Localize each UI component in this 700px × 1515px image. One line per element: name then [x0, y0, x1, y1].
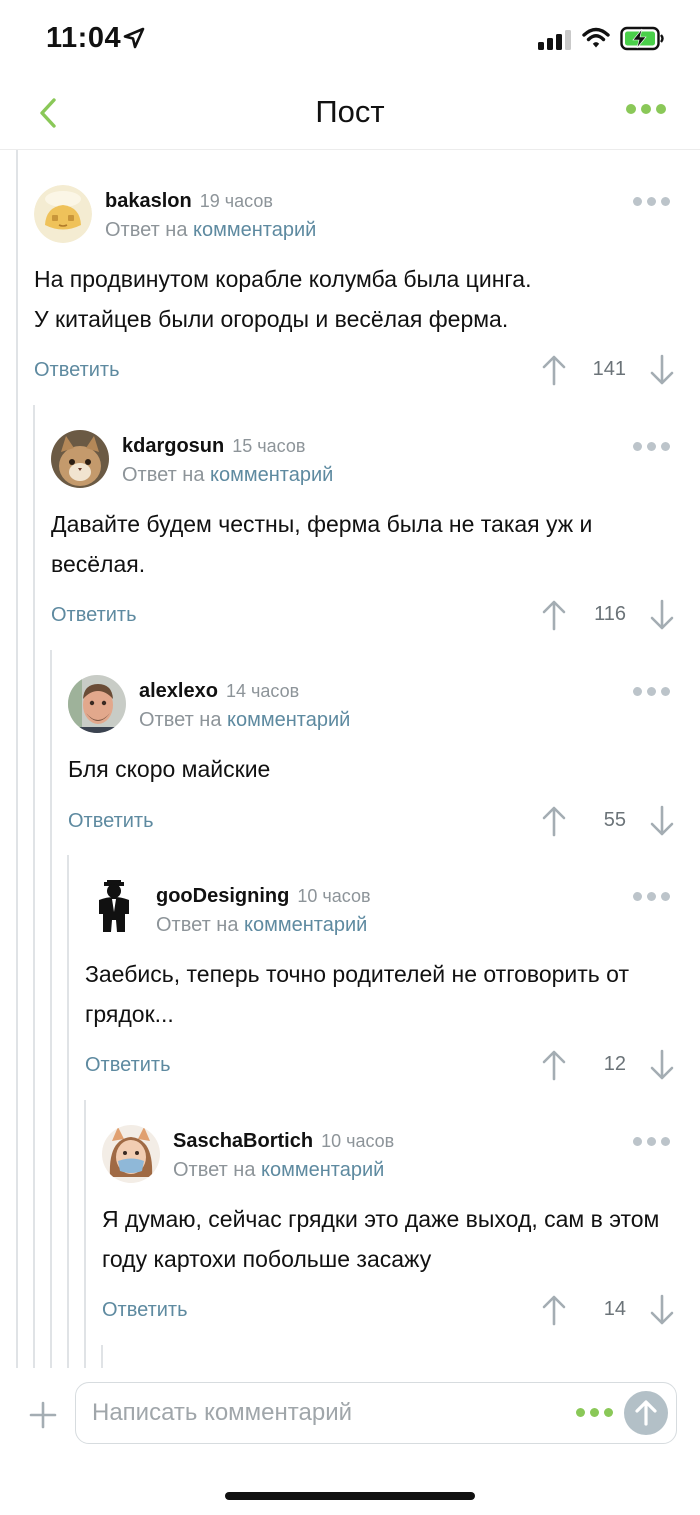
page-title: Пост	[315, 94, 385, 129]
reply-to-link[interactable]: комментарий	[261, 1159, 384, 1181]
more-dots-icon	[633, 1137, 670, 1146]
send-arrow-up-icon	[635, 1400, 657, 1426]
cellular-signal-icon	[538, 30, 571, 50]
comment-text: Я думаю, сейчас грядки это даже выход, с…	[102, 1206, 660, 1272]
comment: bakaslon 19 часов Ответ на комментарий На…	[34, 155, 674, 395]
comment: gooDesigning 10 часов Ответ на комментари…	[85, 850, 674, 1090]
thread-line	[101, 1345, 103, 1368]
comment-rating: 14	[603, 1298, 626, 1320]
reply-button[interactable]: Ответить	[51, 604, 137, 627]
battery-charging-icon	[620, 26, 664, 51]
comment-time: 10 часов	[321, 1131, 395, 1151]
reply-button[interactable]: Ответить	[68, 810, 154, 833]
comment-time: 10 часов	[297, 886, 371, 906]
comment-author[interactable]: kdargosun 15 часов	[122, 435, 305, 458]
comment-footer: Ответить 116	[51, 596, 674, 636]
comment-author[interactable]: bakaslon 19 часов	[105, 190, 273, 213]
thread-line	[50, 650, 52, 1368]
reply-to-link[interactable]: комментарий	[193, 219, 316, 241]
nav-bar: Пост	[0, 80, 700, 150]
arrow-down-icon[interactable]	[650, 1048, 674, 1082]
reply-to: Ответ на комментарий	[173, 1159, 385, 1181]
arrow-up-icon[interactable]	[542, 353, 566, 387]
more-dots-icon[interactable]	[576, 1408, 613, 1417]
comment-text: Бля скоро майские	[68, 756, 271, 782]
status-bar: 11:04	[0, 0, 700, 80]
comment-author[interactable]: SaschaBortich 10 часов	[173, 1130, 394, 1153]
comment-rating: 116	[594, 603, 626, 625]
thread-line	[84, 1100, 86, 1368]
comment-footer: Ответить 141	[34, 351, 674, 391]
comment-footer: Ответить 12	[85, 1046, 674, 1086]
comment-text: Давайте будем честны, ферма была не така…	[51, 511, 593, 577]
home-indicator	[225, 1492, 475, 1500]
reply-button[interactable]: Ответить	[34, 359, 120, 382]
more-dots-icon	[626, 104, 670, 114]
comment-author[interactable]: gooDesigning 10 часов	[156, 885, 371, 908]
comment-menu-button[interactable]	[633, 1137, 670, 1146]
arrow-down-icon[interactable]	[650, 598, 674, 632]
arrow-down-icon[interactable]	[650, 1293, 674, 1327]
arrow-down-icon[interactable]	[650, 353, 674, 387]
comment-menu-button[interactable]	[633, 687, 670, 696]
avatar[interactable]	[102, 1125, 160, 1183]
reply-to-link[interactable]: комментарий	[227, 709, 350, 731]
comment-menu-button[interactable]	[633, 442, 670, 451]
reply-to-link[interactable]: комментарий	[210, 464, 333, 486]
avatar[interactable]	[68, 675, 126, 733]
arrow-up-icon[interactable]	[542, 804, 566, 838]
thread-line	[33, 405, 35, 1368]
reply-button[interactable]: Ответить	[102, 1299, 188, 1322]
reply-to: Ответ на комментарий	[139, 709, 351, 731]
comment-time: 14 часов	[225, 681, 300, 701]
send-button[interactable]	[624, 1391, 668, 1435]
more-dots-icon	[633, 442, 670, 451]
arrow-up-icon[interactable]	[542, 598, 566, 632]
more-dots-icon	[633, 687, 670, 696]
thread-line	[16, 150, 18, 1368]
arrow-down-icon[interactable]	[650, 804, 674, 838]
reply-to-link[interactable]: комментарий	[244, 914, 367, 936]
comment-rating: 12	[603, 1053, 626, 1075]
reply-to: Ответ на комментарий	[122, 464, 334, 486]
comment-text: На продвинутом корабле колумба была цинг…	[34, 266, 532, 332]
arrow-up-icon[interactable]	[542, 1048, 566, 1082]
reply-to: Ответ на комментарий	[105, 219, 317, 241]
comment-footer: Ответить 55	[68, 802, 674, 842]
comment: alexlexo 14 часов Ответ на комментарий Бл…	[68, 645, 674, 885]
comment-author[interactable]: alexlexo 14 часов	[139, 680, 299, 703]
avatar[interactable]	[34, 185, 92, 243]
more-dots-icon	[633, 892, 670, 901]
compose-bar	[0, 1368, 700, 1515]
comment: kdargosun 15 часов Ответ на комментарий Д…	[51, 400, 674, 640]
comment-menu-button[interactable]	[633, 197, 670, 206]
comment-text: Заебись, теперь точно родителей не отгов…	[85, 961, 630, 1027]
comment-thread[interactable]: bakaslon 19 часов Ответ на комментарий На…	[0, 150, 700, 1368]
comment-menu-button[interactable]	[633, 892, 670, 901]
reply-button[interactable]: Ответить	[85, 1054, 171, 1077]
comment-rating: 55	[603, 809, 626, 831]
more-dots-icon	[633, 197, 670, 206]
avatar[interactable]	[51, 430, 109, 488]
arrow-up-icon[interactable]	[542, 1293, 566, 1327]
comment-time: 15 часов	[232, 436, 306, 456]
comment-time: 19 часов	[199, 191, 273, 211]
thread-line	[67, 855, 69, 1368]
comment: SaschaBortich 10 часов Ответ на комментар…	[102, 1095, 674, 1335]
status-time: 11:04	[46, 22, 122, 54]
comment-footer: Ответить 14	[102, 1291, 674, 1331]
comment-input[interactable]	[92, 1393, 562, 1433]
comment-rating: 141	[592, 358, 626, 380]
location-arrow-icon	[123, 27, 145, 49]
post-more-button[interactable]	[626, 104, 670, 124]
reply-to: Ответ на комментарий	[156, 914, 368, 936]
plus-icon[interactable]	[28, 1400, 58, 1430]
avatar[interactable]	[85, 880, 143, 938]
wifi-icon	[582, 27, 610, 48]
comment-input-box[interactable]	[75, 1382, 677, 1444]
